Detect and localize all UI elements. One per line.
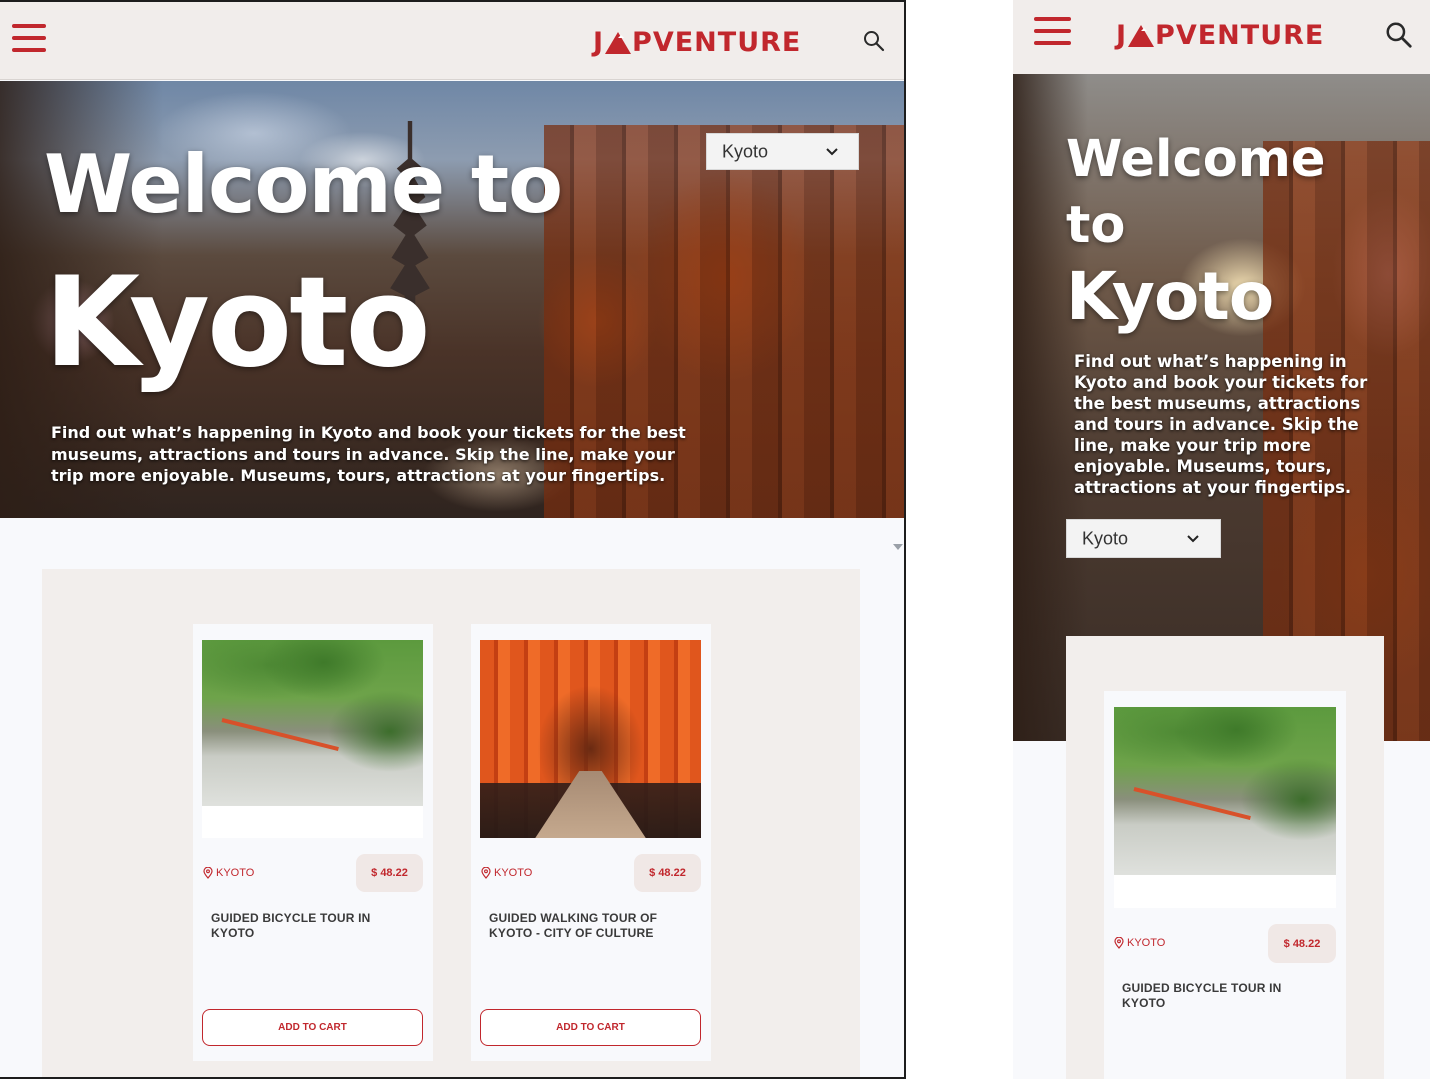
desktop-view: J PVENTURE Welcome to Kyoto Find out what… <box>0 0 906 1079</box>
hamburger-menu-icon[interactable] <box>12 24 46 52</box>
hero-title-line-2: to <box>1066 196 1126 255</box>
site-logo[interactable]: J PVENTURE <box>593 26 801 58</box>
hero-title-line-2: Kyoto <box>44 251 431 395</box>
hero-title-line-3: Kyoto <box>1066 258 1274 335</box>
card-location: KYOTO <box>1114 937 1165 949</box>
scroll-down-indicator[interactable] <box>893 544 903 550</box>
card-location: KYOTO <box>481 867 532 879</box>
search-icon[interactable] <box>862 29 886 53</box>
card-title[interactable]: GUIDED WALKING TOUR OF KYOTO - CITY OF C… <box>489 911 699 941</box>
card-price: $ 48.22 <box>1268 924 1336 963</box>
city-select-value: Kyoto <box>1082 528 1129 548</box>
photo-caption-strip <box>202 806 423 838</box>
add-to-cart-button[interactable]: ADD TO CART <box>480 1009 701 1046</box>
hamburger-menu-icon[interactable] <box>1034 17 1071 45</box>
tour-card[interactable]: KYOTO $ 48.22 GUIDED BICYCLE TOUR IN KYO… <box>193 624 433 1061</box>
location-pin-icon <box>481 867 491 879</box>
tours-section: KYOTO $ 48.22 GUIDED BICYCLE TOUR IN KYO… <box>1066 636 1384 1079</box>
hero-title-line-1: Welcome to <box>44 138 563 231</box>
hero-subtitle: Find out what’s happening in Kyoto and b… <box>51 423 686 485</box>
city-select-value: Kyoto <box>722 141 769 161</box>
card-title[interactable]: GUIDED BICYCLE TOUR IN KYOTO <box>1122 981 1322 1011</box>
location-pin-icon <box>203 867 213 879</box>
tours-section: KYOTO $ 48.22 GUIDED BICYCLE TOUR IN KYO… <box>42 569 860 1077</box>
card-location: KYOTO <box>203 867 254 879</box>
torii-gates-photo <box>480 640 701 838</box>
photo-caption-strip <box>1114 875 1336 908</box>
city-select[interactable]: Kyoto <box>1066 519 1221 558</box>
mobile-view: J PVENTURE Welcome to Kyoto Find out what… <box>1013 0 1430 1079</box>
mountain-logo-icon <box>605 31 632 54</box>
card-price: $ 48.22 <box>634 854 701 892</box>
card-price: $ 48.22 <box>356 854 423 892</box>
hero-subtitle: Find out what’s happening in Kyoto and b… <box>1074 352 1368 497</box>
site-header: J PVENTURE <box>1013 0 1430 74</box>
park-path-photo <box>1114 707 1336 875</box>
tour-card[interactable]: KYOTO $ 48.22 GUIDED WALKING TOUR OF KYO… <box>471 624 711 1061</box>
search-icon[interactable] <box>1384 20 1414 50</box>
hero-banner: Welcome to Kyoto Find out what’s happeni… <box>0 81 904 518</box>
site-logo[interactable]: J PVENTURE <box>1116 19 1324 51</box>
site-header: J PVENTURE <box>0 2 904 80</box>
hero-title-line-1: Welcome <box>1066 130 1326 189</box>
tour-card[interactable]: KYOTO $ 48.22 GUIDED BICYCLE TOUR IN KYO… <box>1104 691 1346 1079</box>
park-path-photo <box>202 640 423 806</box>
add-to-cart-button[interactable]: ADD TO CART <box>202 1009 423 1046</box>
location-pin-icon <box>1114 937 1124 949</box>
chevron-down-icon <box>826 147 838 155</box>
chevron-down-icon <box>1187 534 1199 542</box>
mountain-logo-icon <box>1128 24 1155 47</box>
city-select[interactable]: Kyoto <box>706 133 859 170</box>
card-title[interactable]: GUIDED BICYCLE TOUR IN KYOTO <box>211 911 411 941</box>
